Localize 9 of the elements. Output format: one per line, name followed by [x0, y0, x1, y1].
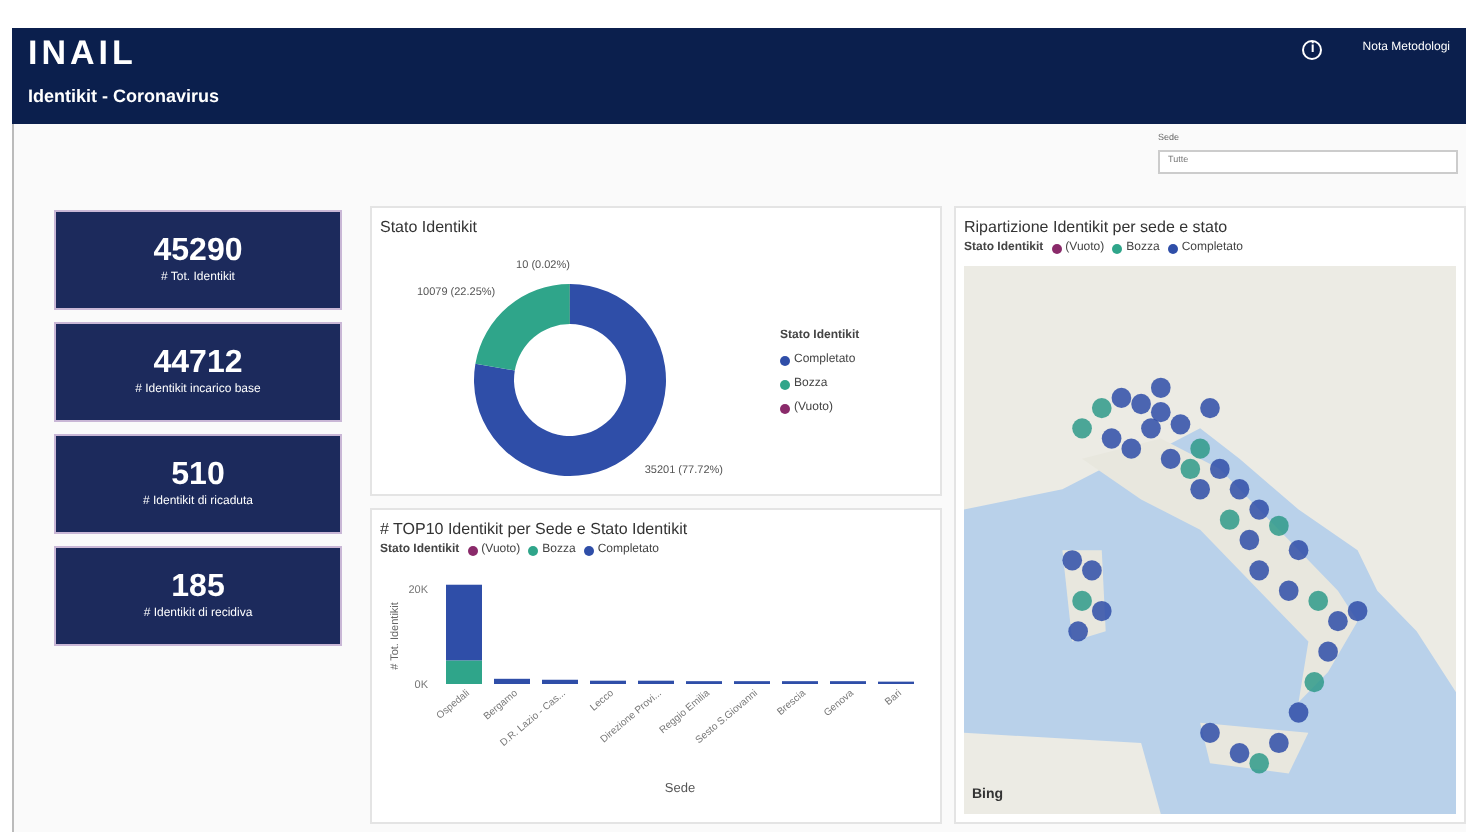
panel-title: Ripartizione Identikit per sede e stato — [964, 216, 1230, 240]
panel-title: Stato Identikit — [380, 216, 479, 240]
dashboard-title: Identikit - Coronavirus — [28, 84, 220, 108]
kpi-value: 185 — [171, 569, 225, 605]
kpi-value: 510 — [171, 457, 225, 493]
kpi-value: 45290 — [153, 233, 243, 269]
kpi-value: 44712 — [153, 345, 243, 381]
logo: INAIL — [28, 36, 139, 72]
panel-title: # TOP10 Identikit per Sede e Stato Identikit — [380, 518, 690, 542]
